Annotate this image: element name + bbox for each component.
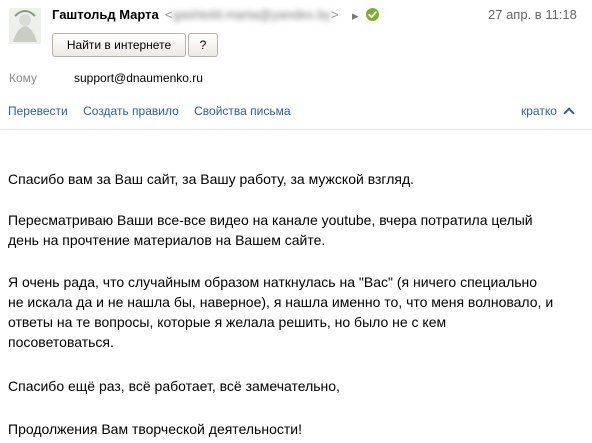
letter-properties-link[interactable]: Свойства письма xyxy=(194,104,290,118)
to-label: Кому xyxy=(9,71,38,85)
verified-badge-icon xyxy=(366,8,379,21)
message-paragraph-5: Продолжения Вам творческой деятельности! xyxy=(8,419,586,439)
sender-name[interactable]: Гаштольд Марта xyxy=(52,7,159,22)
paragraph-line: Продолжения Вам творческой деятельности! xyxy=(8,421,302,437)
sender-email-open: < xyxy=(165,7,173,22)
message-paragraph-3: Я очень рада, что случайным образом натк… xyxy=(8,272,586,352)
message-paragraph-1: Спасибо вам за Ваш сайт, за Вашу работу,… xyxy=(8,169,586,189)
message-actions: Перевести Создать правило Свойства письм… xyxy=(8,104,303,118)
paragraph-line: ответы на те вопросы, которые я желала р… xyxy=(8,314,447,330)
paragraph-line: Спасибо вам за Ваш сайт, за Вашу работу,… xyxy=(8,171,414,187)
sender-avatar[interactable] xyxy=(9,8,41,44)
message-paragraph-4: Спасибо ещё раз, всё работает, всё замеч… xyxy=(8,376,586,396)
message-date: 27 апр. в 11:18 xyxy=(488,7,577,22)
divider xyxy=(0,129,592,130)
search-web-button[interactable]: Найти в интернете xyxy=(52,33,186,57)
brief-label: кратко xyxy=(521,104,557,118)
paragraph-line: Пересматриваю Ваши все-все видео на кана… xyxy=(8,212,533,228)
paragraph-line: не искала да и не нашла бы, наверное), я… xyxy=(8,294,554,310)
paragraph-line: Спасибо ещё раз, всё работает, всё замеч… xyxy=(8,378,340,394)
sender-email[interactable]: <gashtold.marta@yandex.by> xyxy=(165,7,339,22)
avatar-image xyxy=(9,8,41,44)
expand-arrow-icon[interactable]: ▸ xyxy=(352,8,359,24)
brief-toggle[interactable]: кратко xyxy=(521,104,575,119)
message-paragraph-2: Пересматриваю Ваши все-все видео на кана… xyxy=(8,210,586,250)
to-recipient[interactable]: support@dnaumenko.ru xyxy=(74,71,203,85)
create-rule-link[interactable]: Создать правило xyxy=(83,104,179,118)
checkmark-icon xyxy=(368,11,377,19)
help-button[interactable]: ? xyxy=(188,33,218,57)
sender-email-close: > xyxy=(331,7,339,22)
translate-link[interactable]: Перевести xyxy=(8,104,68,118)
chevron-up-icon xyxy=(563,107,575,119)
paragraph-line: Я очень рада, что случайным образом натк… xyxy=(8,274,538,290)
paragraph-line: день на прочтение материалов на Вашем са… xyxy=(8,232,326,248)
paragraph-line: посоветоваться. xyxy=(8,334,114,350)
sender-email-address: gashtold.marta@yandex.by xyxy=(172,7,332,22)
